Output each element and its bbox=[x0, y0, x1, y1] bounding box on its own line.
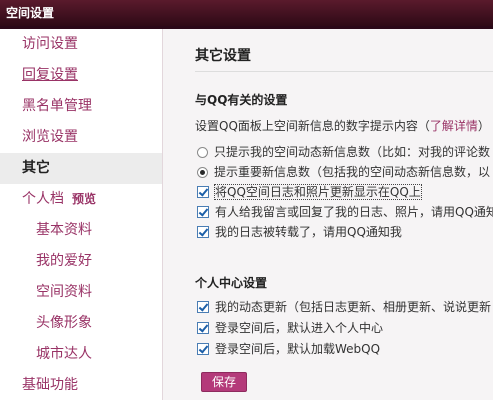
checkbox[interactable] bbox=[197, 206, 209, 218]
window-title-bar: 空间设置 bbox=[0, 0, 493, 26]
checkbox[interactable] bbox=[197, 301, 209, 313]
checkbox[interactable] bbox=[197, 343, 209, 355]
checkbox[interactable] bbox=[197, 186, 209, 198]
sidebar-item-space-info[interactable]: 空间资料 bbox=[0, 277, 162, 308]
checkbox[interactable] bbox=[197, 322, 209, 334]
checkbox-my-updates[interactable]: 我的动态更新（包括日志更新、相册更新、说说更新 bbox=[197, 298, 491, 316]
sidebar-item-browse-settings[interactable]: 浏览设置 bbox=[0, 122, 162, 153]
sidebar-item-hobbies[interactable]: 我的爱好 bbox=[0, 246, 162, 277]
sidebar-item-avatar[interactable]: 头像形象 bbox=[0, 308, 162, 339]
checkbox-default-personal-center[interactable]: 登录空间后，默认进入个人中心 bbox=[197, 319, 383, 337]
title-divider bbox=[195, 71, 493, 72]
page-title: 其它设置 bbox=[195, 48, 251, 64]
qq-section-description: 设置QQ面板上空间新信息的数字提示内容（了解详情） bbox=[195, 119, 490, 133]
profile-preview-link[interactable]: 预览 bbox=[72, 192, 96, 206]
sidebar-item-city-expert[interactable]: 城市达人 bbox=[0, 339, 162, 370]
personal-section-title: 个人中心设置 bbox=[195, 276, 268, 290]
window-title: 空间设置 bbox=[6, 6, 55, 20]
sidebar-item-profile[interactable]: 个人档 预览 bbox=[0, 184, 162, 215]
checkbox-show-updates-on-qq[interactable]: 将QQ空间日志和照片更新显示在QQ上 bbox=[197, 183, 422, 201]
sidebar: 访问设置 回复设置 黑名单管理 浏览设置 其它 个人档 预览 基本资料 我的爱好 … bbox=[0, 29, 163, 400]
learn-more-link[interactable]: 了解详情 bbox=[430, 119, 478, 133]
checkbox-notify-comments[interactable]: 有人给我留言或回复了我的日志、照片，请用QQ通知 bbox=[197, 203, 493, 221]
checkbox-load-webqq[interactable]: 登录空间后，默认加载WebQQ bbox=[197, 340, 380, 358]
qq-section-title: 与QQ有关的设置 bbox=[195, 93, 288, 107]
sidebar-item-basic-info[interactable]: 基本资料 bbox=[0, 215, 162, 246]
save-button[interactable]: 保存 bbox=[201, 372, 247, 392]
main-panel: 其它设置 与QQ有关的设置 设置QQ面板上空间新信息的数字提示内容（了解详情） … bbox=[163, 29, 493, 400]
checkbox[interactable] bbox=[197, 226, 209, 238]
sidebar-item-visit-settings[interactable]: 访问设置 bbox=[0, 29, 162, 60]
radio-option-only-dynamic[interactable]: 只提示我的空间动态新信息数（比如：对我的评论数 bbox=[197, 143, 490, 161]
sidebar-item-basic-functions[interactable]: 基础功能 bbox=[0, 370, 162, 400]
radio-button-selected[interactable] bbox=[197, 167, 208, 178]
radio-option-important[interactable]: 提示重要新信息数（包括我的空间动态新信息数，以 bbox=[197, 163, 490, 181]
checkbox-notify-repost[interactable]: 我的日志被转载了，请用QQ通知我 bbox=[197, 223, 402, 241]
sidebar-item-reply-settings[interactable]: 回复设置 bbox=[0, 60, 162, 91]
sidebar-item-blacklist[interactable]: 黑名单管理 bbox=[0, 91, 162, 122]
radio-button[interactable] bbox=[197, 147, 208, 158]
sidebar-item-other[interactable]: 其它 bbox=[0, 153, 162, 184]
